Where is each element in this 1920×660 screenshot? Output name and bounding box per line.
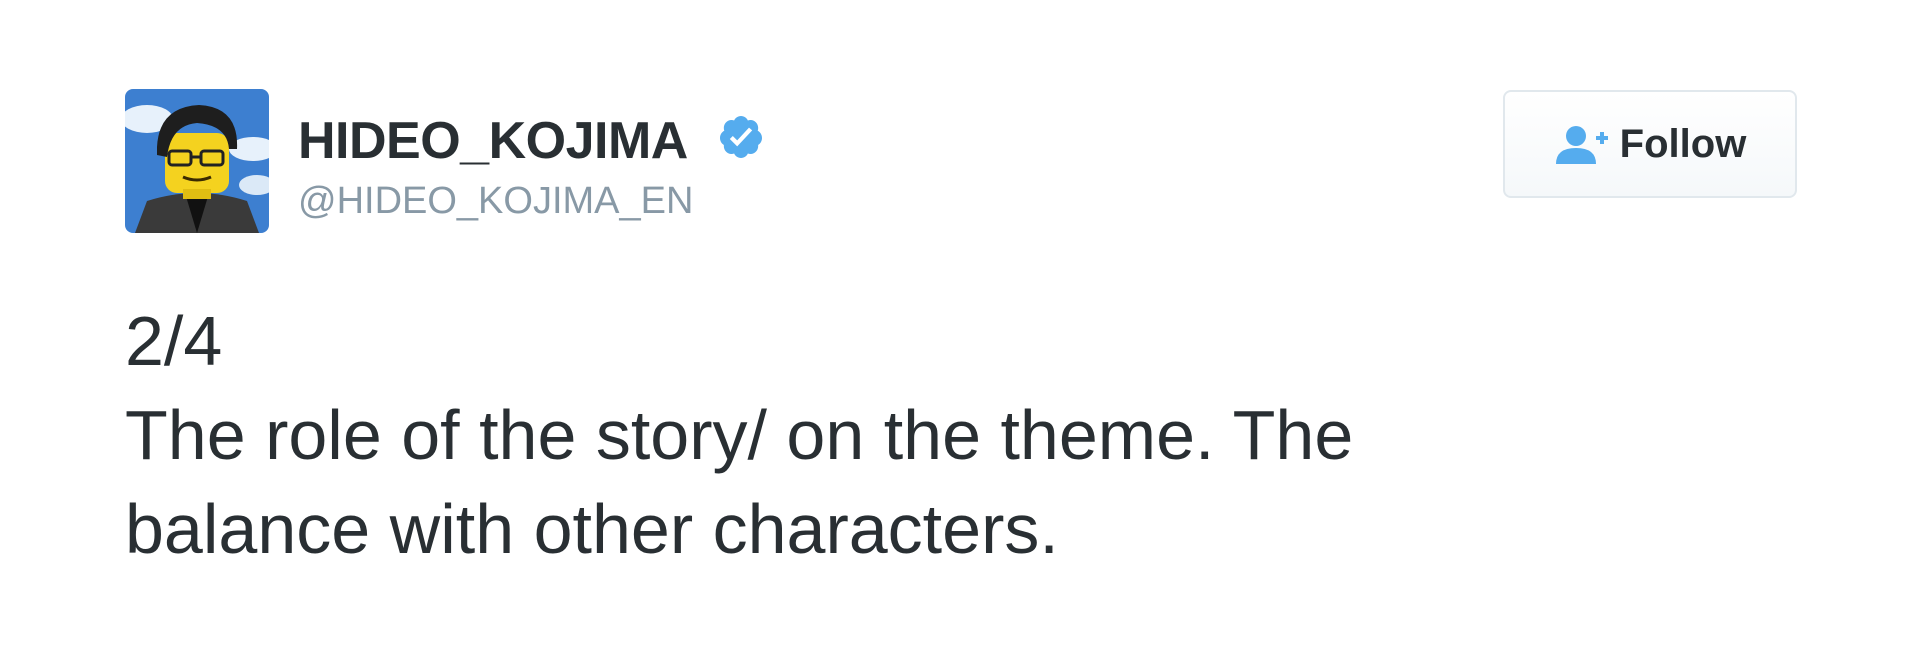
author-handle[interactable]: @HIDEO_KOJIMA_EN xyxy=(298,180,693,223)
author-display-name[interactable]: HIDEO_KOJIMA xyxy=(298,111,688,171)
avatar[interactable] xyxy=(125,89,269,233)
avatar-image xyxy=(125,89,269,233)
tweet-text-line: balance with other characters. xyxy=(125,490,1059,568)
tweet-text: 2/4 The role of the story/ on the theme.… xyxy=(125,294,1575,576)
tweet-text-line: 2/4 xyxy=(125,302,223,380)
tweet-text-line: The role of the story/ on the theme. The xyxy=(125,396,1354,474)
follow-button[interactable]: Follow xyxy=(1503,90,1797,198)
tweet-card: HIDEO_KOJIMA @HIDEO_KOJIMA_EN Follow 2/4… xyxy=(0,0,1920,660)
add-user-icon xyxy=(1554,124,1608,164)
verified-badge-icon xyxy=(717,113,765,161)
follow-button-label: Follow xyxy=(1619,121,1747,166)
